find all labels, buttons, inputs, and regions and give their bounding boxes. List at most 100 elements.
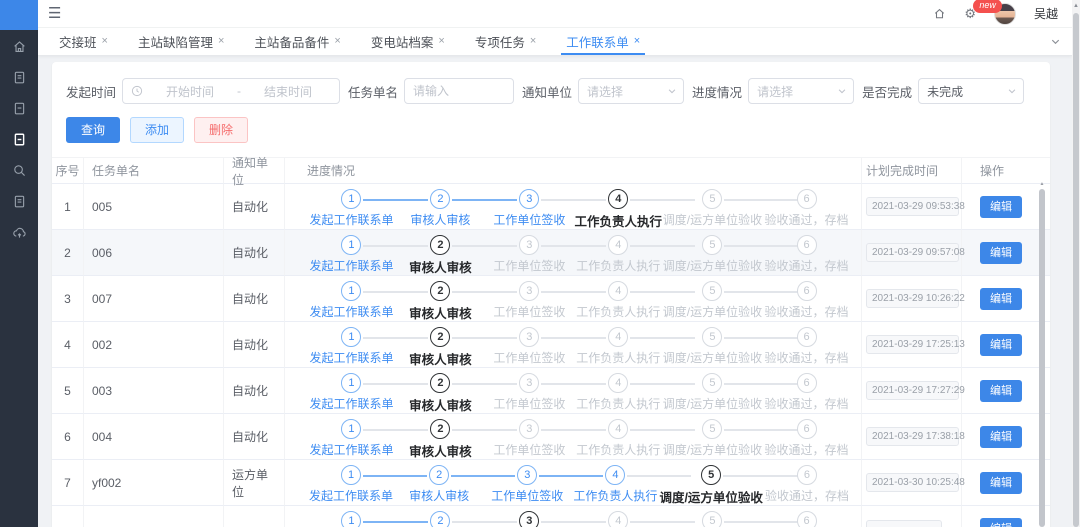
- search-icon[interactable]: [11, 162, 27, 178]
- edit-button[interactable]: 编辑: [980, 196, 1022, 218]
- step-number: 3: [519, 327, 539, 347]
- progress-step-3: 3工作单位签收: [485, 327, 574, 368]
- tab-3[interactable]: 主站备品备件×: [239, 28, 355, 55]
- file-icon-active[interactable]: [11, 131, 27, 147]
- progress-step-6: 6验收通过，存档: [762, 235, 851, 276]
- table-row[interactable]: 5003自动化1发起工作联系单2审核人审核3工作单位签收4工作负责人执行5调度/…: [52, 368, 1050, 414]
- add-button[interactable]: 添加: [130, 117, 184, 143]
- step-number: 4: [608, 327, 628, 347]
- step-label: 调度/运方单位验收: [663, 257, 762, 274]
- notify-unit-select[interactable]: 请选择: [578, 78, 684, 104]
- progress-step-3: 3工作单位签收: [485, 373, 574, 414]
- step-number: 6: [797, 281, 817, 301]
- edit-button[interactable]: 编辑: [980, 380, 1022, 402]
- table-header: 序号任务单名通知单位进度情况计划完成时间操作: [52, 157, 1050, 184]
- notify-unit-placeholder: 请选择: [587, 83, 623, 100]
- completed-select[interactable]: 未完成: [918, 78, 1024, 104]
- task-name-cell: 007: [84, 276, 224, 322]
- step-number: 3: [519, 511, 539, 527]
- notes-icon[interactable]: [11, 193, 27, 209]
- edit-button[interactable]: 编辑: [980, 518, 1022, 527]
- plan-time-value: 2021-03-29 17:27:29: [866, 381, 959, 400]
- plan-time-cell: 2021-03-29 09:53:38: [862, 184, 962, 230]
- menu-icon[interactable]: ☰: [48, 6, 61, 21]
- step-number: 1: [341, 281, 361, 301]
- scrollbar-up-arrow[interactable]: ▲: [1072, 0, 1080, 12]
- document-icon[interactable]: [11, 100, 27, 116]
- table-scrollbar-thumb[interactable]: [1039, 189, 1045, 527]
- home-icon-header[interactable]: [933, 7, 946, 20]
- progress-step-2: 2审核人审核: [396, 235, 485, 276]
- progress-select[interactable]: 请选择: [748, 78, 854, 104]
- column-header: 任务单名: [84, 158, 224, 184]
- plan-time-value: 2021-03-29 17:25:13: [866, 335, 959, 354]
- plan-time-cell: 2021-03-29 17:25:13: [862, 322, 962, 368]
- step-number: 2: [430, 419, 450, 439]
- search-button[interactable]: 查询: [66, 117, 120, 143]
- window-scrollbar[interactable]: ▲: [1072, 0, 1080, 527]
- table-row[interactable]: 1005自动化1发起工作联系单2审核人审核3工作单位签收4工作负责人执行5调度/…: [52, 184, 1050, 230]
- tab-close-icon[interactable]: ×: [530, 36, 536, 47]
- edit-button[interactable]: 编辑: [980, 472, 1022, 494]
- step-number: 1: [341, 419, 361, 439]
- progress-step-1: 1发起工作联系单: [307, 327, 396, 368]
- table-row[interactable]: 6004自动化1发起工作联系单2审核人审核3工作单位签收4工作负责人执行5调度/…: [52, 414, 1050, 460]
- cloud-upload-icon[interactable]: [11, 224, 27, 240]
- plan-time-cell: 2021-03-30 10:25:48: [862, 460, 962, 506]
- progress-step-6: 6验收通过，存档: [763, 465, 851, 506]
- tab-close-icon[interactable]: ×: [634, 36, 640, 47]
- step-label: 调度/运方单位验收: [663, 441, 762, 458]
- tab-1[interactable]: 交接班×: [44, 28, 123, 55]
- step-number: 6: [797, 465, 817, 485]
- task-table: 序号任务单名通知单位进度情况计划完成时间操作 1005自动化1发起工作联系单2审…: [52, 157, 1050, 527]
- step-label: 审核人审核: [396, 441, 485, 460]
- step-number: 3: [519, 419, 539, 439]
- step-label: 调度/运方单位验收: [659, 487, 762, 506]
- tab-close-icon[interactable]: ×: [102, 36, 108, 47]
- step-number: 1: [341, 327, 361, 347]
- edit-button[interactable]: 编辑: [980, 426, 1022, 448]
- table-row[interactable]: 4002自动化1发起工作联系单2审核人审核3工作单位签收4工作负责人执行5调度/…: [52, 322, 1050, 368]
- step-label: 工作单位签收: [485, 395, 574, 412]
- row-index-cell: [52, 506, 84, 527]
- step-label: 工作单位签收: [485, 303, 574, 320]
- tab-close-icon[interactable]: ×: [438, 36, 444, 47]
- progress-step-3: 3工作单位签收: [485, 235, 574, 276]
- edit-button[interactable]: 编辑: [980, 288, 1022, 310]
- tab-close-icon[interactable]: ×: [218, 36, 224, 47]
- progress-step-6: 6验收通过，存档: [762, 373, 851, 414]
- tab-overflow-chevron[interactable]: [1038, 28, 1072, 55]
- edit-button[interactable]: 编辑: [980, 334, 1022, 356]
- tab-4[interactable]: 变电站档案×: [356, 28, 460, 55]
- tab-2[interactable]: 主站缺陷管理×: [123, 28, 239, 55]
- tab-6[interactable]: 工作联系单×: [551, 28, 655, 55]
- progress-steps-cell: 1发起工作联系单2审核人审核3工作单位签收4工作负责人执行5调度/运方单位验收6…: [285, 460, 862, 506]
- table-scroll-arrow[interactable]: ▲: [1039, 181, 1045, 187]
- home-icon[interactable]: [11, 38, 27, 54]
- filter-bar: 发起时间 开始时间 - 结束时间 任务单名: [52, 78, 1050, 104]
- settings-gear[interactable]: ⚙ new: [964, 7, 976, 20]
- row-index-cell: 4: [52, 322, 84, 368]
- new-badge: new: [973, 0, 1002, 13]
- table-row[interactable]: 2006自动化1发起工作联系单2审核人审核3工作单位签收4工作负责人执行5调度/…: [52, 230, 1050, 276]
- edit-button[interactable]: 编辑: [980, 242, 1022, 264]
- report-icon[interactable]: [11, 69, 27, 85]
- step-number: 5: [702, 281, 722, 301]
- step-label: 调度/运方单位验收: [663, 303, 762, 320]
- step-number: 6: [797, 189, 817, 209]
- tab-5[interactable]: 专项任务×: [460, 28, 551, 55]
- delete-button[interactable]: 删除: [194, 117, 248, 143]
- table-row[interactable]: 3007自动化1发起工作联系单2审核人审核3工作单位签收4工作负责人执行5调度/…: [52, 276, 1050, 322]
- step-label: 验收通过，存档: [762, 349, 851, 366]
- step-number: 6: [797, 235, 817, 255]
- step-number: 5: [702, 327, 722, 347]
- tab-close-icon[interactable]: ×: [334, 36, 340, 47]
- date-range-input[interactable]: 开始时间 - 结束时间: [122, 78, 340, 104]
- window-scrollbar-thumb[interactable]: [1073, 13, 1079, 527]
- table-row[interactable]: 1发起工作联系单2审核人审核3工作单位签收4工作负责人执行5调度/运方单位验收6…: [52, 506, 1050, 527]
- content: 发起时间 开始时间 - 结束时间 任务单名: [38, 56, 1072, 527]
- table-row[interactable]: 7yf002运方单位1发起工作联系单2审核人审核3工作单位签收4工作负责人执行5…: [52, 460, 1050, 506]
- step-label: 发起工作联系单: [307, 395, 396, 412]
- user-name[interactable]: 吴越: [1034, 5, 1058, 22]
- task-name-input[interactable]: [404, 78, 514, 104]
